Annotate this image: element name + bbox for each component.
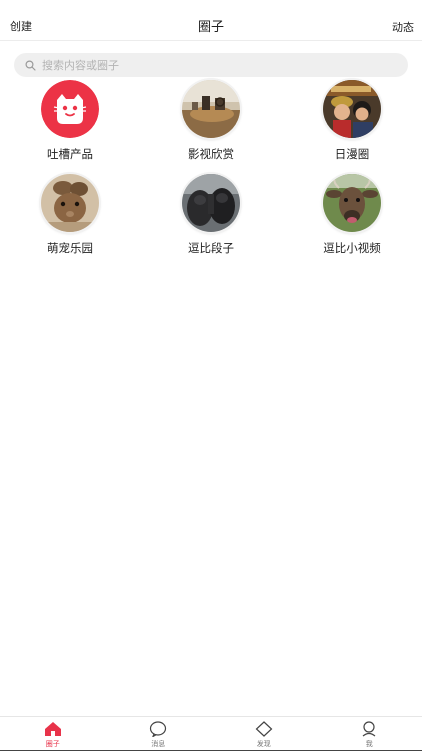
page-title-wrap: 圈子: [0, 0, 422, 40]
search-bar[interactable]: [14, 53, 408, 77]
cow-photo-icon: [323, 174, 381, 232]
page-title: 圈子: [197, 20, 224, 35]
circle-item-jokes[interactable]: 逗比段子: [140, 174, 282, 256]
circle-label: 吐槽产品: [47, 147, 93, 161]
tab-label: 我: [365, 740, 373, 748]
gorilla-photo-icon: [182, 174, 240, 232]
circle-label: 影视欣赏: [188, 147, 234, 161]
tab-me[interactable]: 我: [317, 717, 422, 751]
create-button[interactable]: 创建: [10, 0, 32, 40]
circle-item-pets[interactable]: 萌宠乐园: [0, 174, 140, 256]
person-icon: [360, 720, 378, 738]
film-photo-icon: [182, 80, 240, 138]
search-icon: [22, 57, 38, 73]
search-input[interactable]: [40, 54, 384, 76]
diamond-icon: [255, 720, 273, 738]
circle-label: 萌宠乐园: [47, 241, 93, 255]
tab-discover[interactable]: 发现: [211, 717, 317, 751]
circle-grid: 吐槽产品 影视欣赏 日漫圈 萌宠乐园 逗比段子 逗比小视频: [0, 80, 422, 256]
circle-item-anime[interactable]: 日漫圈: [282, 80, 422, 162]
top-nav-bar: 创建 圈子 动态: [0, 0, 422, 41]
tab-label: 消息: [151, 740, 166, 748]
circle-item-complain-product[interactable]: 吐槽产品: [0, 80, 140, 162]
circle-item-short-video[interactable]: 逗比小视频: [282, 174, 422, 256]
circle-label: 日漫圈: [334, 147, 370, 161]
circle-label: 逗比段子: [188, 241, 234, 255]
tab-label: 圈子: [45, 740, 60, 748]
tab-messages[interactable]: 消息: [106, 717, 212, 751]
circle-item-film[interactable]: 影视欣赏: [140, 80, 282, 162]
chat-bubble-icon: [149, 720, 167, 738]
cat-face-logo-icon: [41, 80, 99, 138]
tab-circles[interactable]: 圈子: [0, 717, 106, 751]
home-icon: [44, 720, 62, 738]
tab-label: 发现: [256, 740, 271, 748]
rabbit-photo-icon: [41, 174, 99, 232]
app-screen: 创建 圈子 动态 搜索内容或圈子 吐槽产品 影视欣赏 日漫圈 萌宠乐园 逗比段子…: [0, 0, 422, 751]
feed-button[interactable]: 动态: [392, 0, 414, 40]
bottom-tab-bar: 圈子 消息 发现 我: [0, 716, 422, 751]
one-piece-photo-icon: [323, 80, 381, 138]
circle-label: 逗比小视频: [323, 241, 381, 255]
